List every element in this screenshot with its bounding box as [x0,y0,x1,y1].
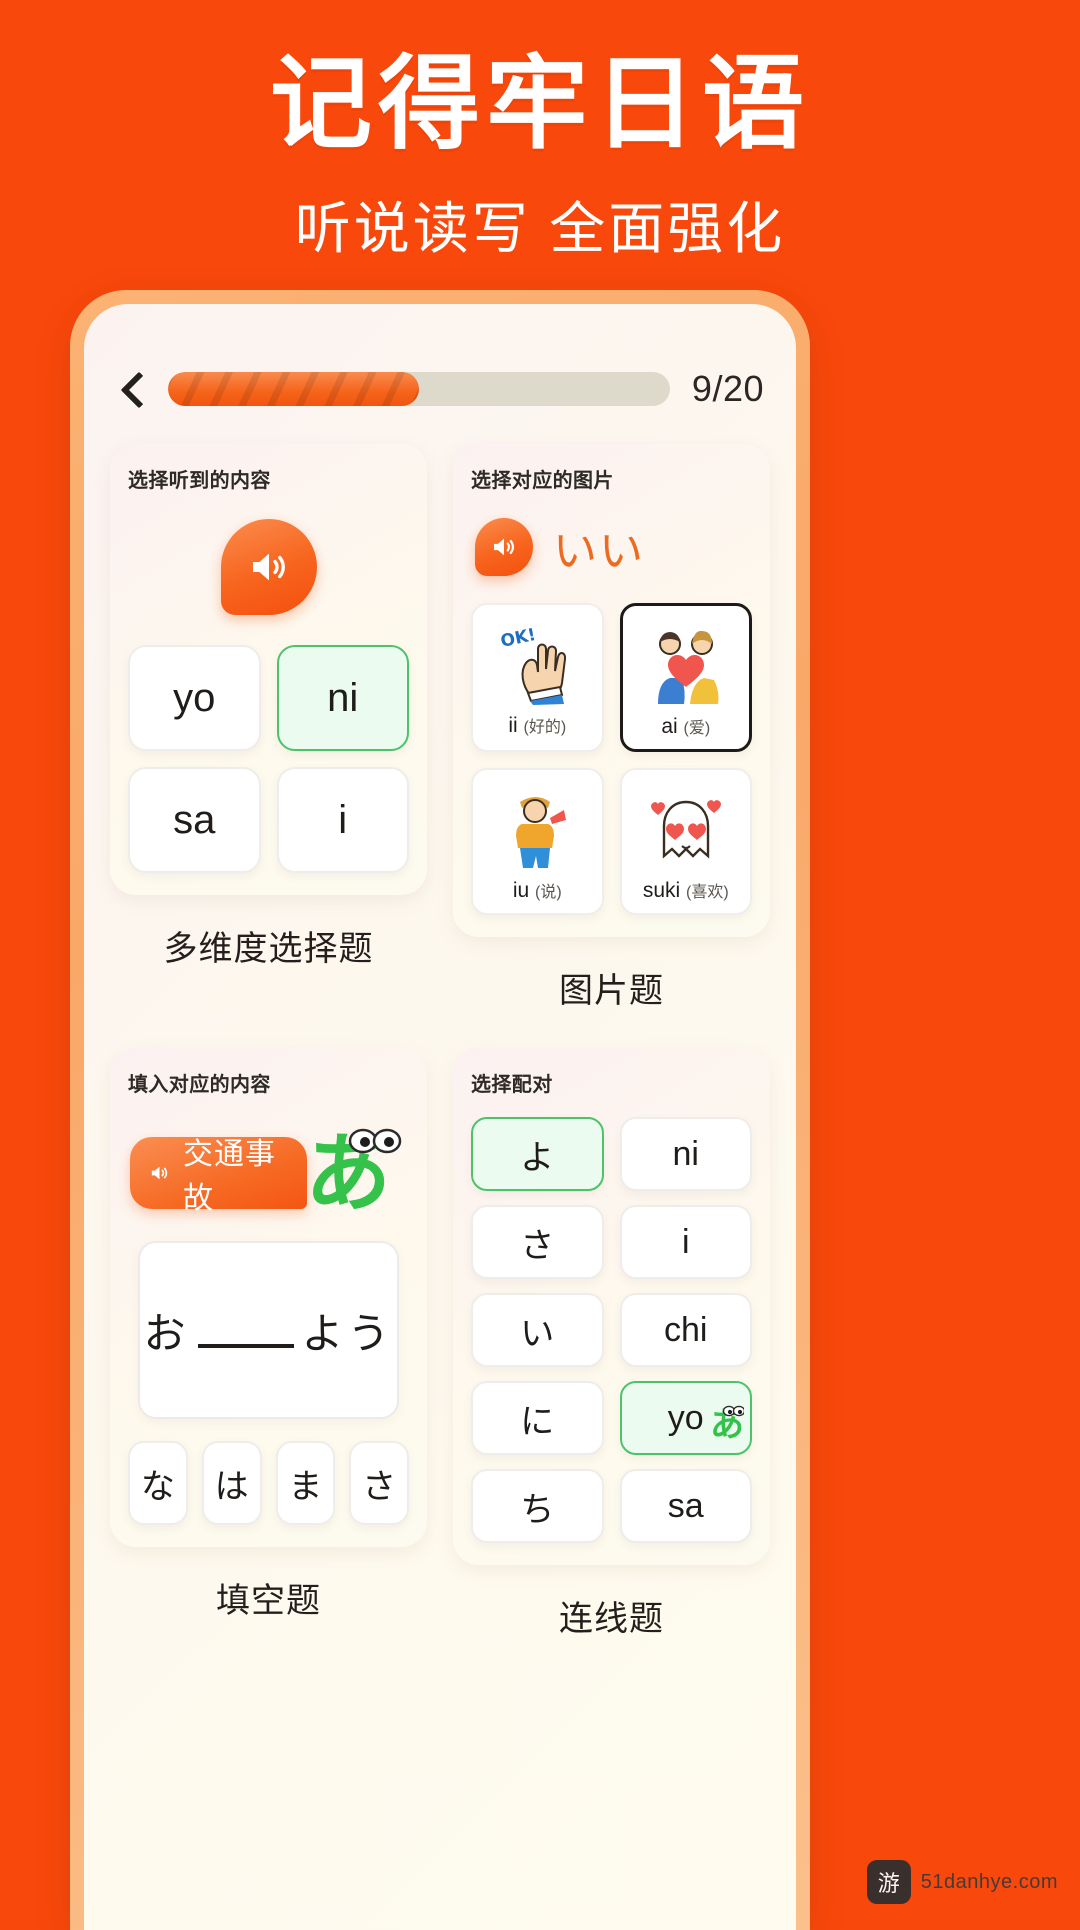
picture-romaji: suki [642,879,681,902]
picture-grid: OK! ii (好的) ai (爱) iu (说) suki (喜欢) [471,603,752,915]
picture-meaning: (说) [535,884,562,901]
card-header: 选择听到的内容 [128,470,271,492]
picture-romaji: ii [508,714,518,737]
picture-label: suki (喜欢) [643,878,729,903]
blank-underline [197,1314,294,1348]
chip-option[interactable]: な [128,1441,188,1525]
ghost-hearts-icon [644,782,728,870]
picture-romaji: ai [661,715,678,738]
picture-prompt-row: いい [475,515,752,579]
card-matching: 选择配对 よ ni さ i い chi に yo あ ち sa [453,1048,770,1565]
cell-listening-choice: 选择听到的内容 yo ni sa i 多维度选择题 [110,444,427,1042]
blank-prefix: お [143,1309,190,1357]
picture-meaning: (好的) [523,719,567,736]
chevron-left-icon[interactable] [116,372,150,406]
prompt-word: いい [553,527,645,576]
green-a-mascot-icon: あ [710,1402,746,1451]
chip-row: な は ま さ [128,1441,409,1525]
card-caption: 图片题 [559,972,664,1010]
option-button[interactable]: sa [128,767,261,873]
page-subtitle: 听说读写 全面强化 [294,197,786,261]
ok-hand-icon: OK! [500,617,574,705]
picture-romaji: iu [512,879,530,902]
watermark-text: 51danhye.com [920,1870,1058,1893]
phone-mockup: 9/20 选择听到的内容 yo ni sa i 多维度选择题 选择对应的图片 い… [70,290,810,1930]
picture-meaning: (爱) [683,720,711,737]
watermark-logo-icon: 游 [866,1860,911,1904]
chip-option[interactable]: ま [275,1441,336,1525]
progress-topbar: 9/20 [110,358,770,410]
chip-option[interactable]: さ [349,1441,409,1525]
match-item-left[interactable]: い [471,1293,604,1367]
match-item-label: yo [667,1398,704,1437]
watermark: 游 51danhye.com [866,1860,1058,1904]
app-screen: 9/20 选择听到的内容 yo ni sa i 多维度选择题 选择对应的图片 い… [84,304,796,1930]
blank-answer-box[interactable]: お よう [138,1241,399,1419]
picture-meaning: (喜欢) [686,884,729,901]
picture-label: ai (爱) [661,714,710,739]
card-caption: 填空题 [216,1582,321,1620]
card-header: 填入对应的内容 [128,1074,271,1096]
progress-bar-fill [168,372,419,406]
green-a-mascot-icon: あ [301,1119,409,1228]
card-fill-in-blank: 填入对应的内容 交通事故 あ お よう な は ま さ [110,1048,427,1547]
demo-card-grid: 选择听到的内容 yo ni sa i 多维度选择题 选择对应的图片 いい OK!… [110,444,770,1670]
hero-section: 记得牢日语 听说读写 全面强化 [0,0,1080,265]
card-header: 选择对应的图片 [471,470,614,492]
picture-option[interactable]: suki (喜欢) [619,768,752,915]
option-button[interactable]: yo [128,645,261,751]
matching-grid: よ ni さ i い chi に yo あ ち sa [471,1117,752,1543]
option-grid: yo ni sa i [128,645,409,873]
match-item-right[interactable]: chi [619,1293,752,1367]
chip-option[interactable]: は [201,1441,262,1525]
cell-fill-in-blank: 填入对应的内容 交通事故 あ お よう な は ま さ 填空题 [110,1048,427,1670]
card-header: 选择配对 [471,1074,553,1096]
picture-option[interactable]: OK! ii (好的) [471,603,604,752]
card-listening-choice: 选择听到的内容 yo ni sa i [110,444,427,895]
audio-prompt-pill[interactable]: 交通事故 [130,1137,307,1215]
progress-bar-track [168,372,670,406]
card-caption: 多维度选择题 [163,930,374,968]
picture-option-selected[interactable]: ai (爱) [619,603,752,752]
prompt-pill-text: 交通事故 [183,1138,277,1215]
option-button[interactable]: i [276,767,409,873]
card-caption: 连线题 [559,1600,664,1638]
card-picture-choice: 选择对应的图片 いい OK! ii (好的) ai (爱) iu (说) suk… [453,444,770,937]
match-item-right[interactable]: i [619,1205,752,1279]
couple-heart-icon [644,618,728,706]
option-button-selected[interactable]: ni [276,645,409,751]
prompt-row: 交通事故 あ [130,1119,409,1227]
blank-sentence: お よう [143,1300,393,1361]
picture-option[interactable]: iu (说) [471,768,604,915]
progress-counter: 9/20 [691,368,764,409]
picture-label: iu (说) [513,878,562,903]
speaker-icon[interactable] [475,518,533,576]
match-item-left[interactable]: に [471,1381,604,1455]
match-item-left[interactable]: ち [471,1469,604,1543]
speaking-person-icon [500,782,574,870]
blank-suffix: よう [301,1309,394,1357]
match-item-right[interactable]: ni [619,1117,752,1191]
match-item-right-selected[interactable]: yo あ [619,1381,752,1455]
cell-matching: 选择配对 よ ni さ i い chi に yo あ ち sa 连线题 [453,1048,770,1670]
speaker-icon[interactable] [220,519,317,615]
cell-picture-choice: 选择对应的图片 いい OK! ii (好的) ai (爱) iu (说) suk… [453,444,770,1042]
page-title: 记得牢日语 [270,47,810,161]
match-item-left[interactable]: さ [471,1205,604,1279]
match-item-right[interactable]: sa [619,1469,752,1543]
speaker-icon [151,1166,168,1180]
picture-label: ii (好的) [508,713,566,738]
match-item-left-selected[interactable]: よ [471,1117,604,1191]
svg-text:OK!: OK! [500,625,538,652]
